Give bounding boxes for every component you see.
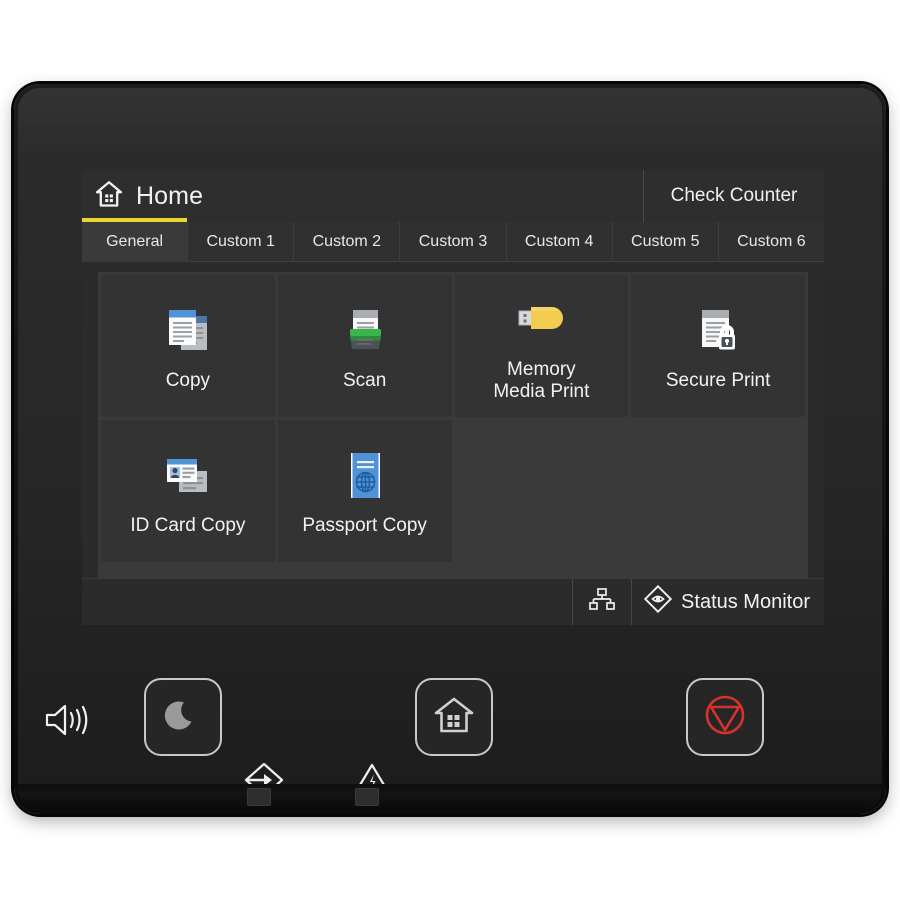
app-label: Copy bbox=[165, 370, 211, 392]
tab-custom-3[interactable]: Custom 3 bbox=[400, 222, 507, 262]
page-title: Home bbox=[136, 181, 204, 210]
led-indicator-tab bbox=[355, 788, 379, 806]
home-house-icon bbox=[433, 694, 475, 741]
app-tile-passport-copy[interactable]: Passport Copy bbox=[277, 420, 452, 562]
tab-custom-6[interactable]: Custom 6 bbox=[718, 222, 824, 262]
crescent-moon-icon bbox=[163, 695, 203, 740]
id-card-icon bbox=[157, 445, 219, 507]
app-label: Passport Copy bbox=[302, 515, 427, 537]
printer-control-panel-device: Home Check Counter General Custom 1 Cust… bbox=[14, 84, 886, 814]
bezel-bottom-lip bbox=[18, 784, 882, 810]
tab-general[interactable]: General bbox=[82, 218, 189, 262]
app-tile-id-card-copy[interactable]: ID Card Copy bbox=[101, 420, 275, 562]
led-indicator-tab bbox=[247, 788, 271, 806]
bezel-highlight bbox=[18, 88, 882, 158]
tab-label: Custom 6 bbox=[737, 232, 806, 250]
check-counter-label: Check Counter bbox=[670, 185, 798, 206]
sleep-button[interactable] bbox=[144, 678, 222, 756]
home-icon bbox=[94, 179, 124, 214]
check-counter-button[interactable]: Check Counter bbox=[643, 170, 824, 222]
tab-label: Custom 2 bbox=[312, 232, 382, 250]
lcd-touchscreen[interactable]: Home Check Counter General Custom 1 Cust… bbox=[82, 170, 824, 625]
app-label: Scan bbox=[342, 370, 387, 392]
home-title-area: Home bbox=[82, 170, 643, 222]
speaker-volume-icon bbox=[40, 698, 96, 742]
tab-custom-1[interactable]: Custom 1 bbox=[188, 222, 295, 262]
home-button[interactable] bbox=[415, 678, 493, 756]
app-tile-memory-media-print[interactable]: Memory Media Print bbox=[454, 275, 629, 417]
tab-custom-4[interactable]: Custom 4 bbox=[506, 222, 613, 262]
app-label: Memory Media Print bbox=[493, 359, 590, 402]
network-status-button[interactable] bbox=[572, 579, 631, 625]
tab-bar: General Custom 1 Custom 2 Custom 3 Custo… bbox=[82, 218, 824, 262]
app-tile-secure-print[interactable]: Secure Print bbox=[631, 275, 805, 417]
app-grid: Copy Scan Memory Media Print Secure Prin… bbox=[98, 272, 808, 578]
tab-label: Custom 3 bbox=[418, 232, 488, 250]
eye-diamond-icon bbox=[643, 584, 673, 619]
app-tile-empty bbox=[454, 420, 629, 562]
tab-label: Custom 1 bbox=[206, 232, 275, 250]
tab-custom-2[interactable]: Custom 2 bbox=[294, 222, 401, 262]
app-label: Secure Print bbox=[665, 370, 771, 392]
app-grid-container: Copy Scan Memory Media Print Secure Prin… bbox=[82, 262, 824, 578]
tab-label: General bbox=[106, 232, 164, 250]
tab-label: Custom 4 bbox=[524, 232, 594, 250]
status-bar: Status Monitor bbox=[82, 578, 824, 625]
status-monitor-label: Status Monitor bbox=[681, 590, 810, 613]
tab-custom-5[interactable]: Custom 5 bbox=[612, 222, 719, 262]
app-tile-empty bbox=[631, 420, 805, 562]
screen-header: Home Check Counter bbox=[82, 170, 824, 222]
network-icon bbox=[589, 587, 615, 618]
status-monitor-button[interactable]: Status Monitor bbox=[631, 579, 824, 625]
tab-label: Custom 5 bbox=[631, 232, 700, 250]
app-label: ID Card Copy bbox=[130, 515, 246, 537]
device-bezel: Home Check Counter General Custom 1 Cust… bbox=[18, 88, 882, 810]
app-tile-scan[interactable]: Scan bbox=[277, 275, 452, 417]
copy-documents-icon bbox=[157, 300, 219, 362]
stop-triangle-icon bbox=[701, 691, 749, 744]
passport-icon bbox=[334, 445, 396, 507]
usb-flash-drive-icon bbox=[510, 289, 572, 351]
scanner-icon bbox=[334, 300, 396, 362]
app-tile-copy[interactable]: Copy bbox=[101, 275, 275, 417]
document-lock-icon bbox=[687, 300, 749, 362]
stop-button[interactable] bbox=[686, 678, 764, 756]
